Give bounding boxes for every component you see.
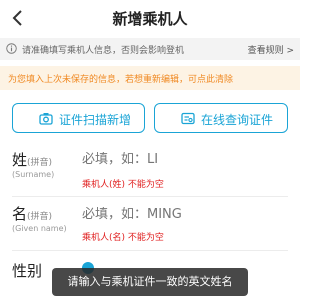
surname-label-text: 姓 (12, 151, 28, 169)
given-name-label-en: (Given name) (12, 224, 67, 233)
scan-id-button[interactable]: 证件扫描新增 (12, 103, 145, 133)
surname-label-sub: (拼音) (27, 158, 53, 168)
given-name-label-text: 名 (12, 205, 28, 223)
given-name-label-sub: (拼音) (27, 212, 53, 222)
camera-icon (39, 113, 53, 125)
id-card-icon (181, 112, 195, 125)
divider (12, 196, 288, 197)
scan-id-label: 证件扫描新增 (59, 113, 132, 127)
info-icon (6, 43, 17, 54)
given-name-label: 名(拼音) (12, 203, 52, 224)
toast-message: 请输入与乘机证件一致的英文姓名 (52, 268, 248, 296)
query-id-label: 在线查询证件 (201, 113, 274, 127)
query-id-button[interactable]: 在线查询证件 (154, 103, 288, 133)
surname-label-en: (Surname) (12, 170, 55, 179)
view-rules-link[interactable]: 查看规则 > (248, 43, 294, 56)
surname-input[interactable] (82, 152, 282, 167)
given-name-error: 乘机人(名) 不能为空 (82, 233, 164, 243)
surname-label: 姓(拼音) (12, 149, 52, 170)
restore-warning-text[interactable]: 为您填入上次未保存的信息，若想重新编辑，可点此清除 (8, 72, 233, 85)
surname-error: 乘机人(姓) 不能为空 (82, 180, 164, 190)
notice-text: 请准确填写乘机人信息，否则会影响登机 (22, 46, 185, 56)
page-title: 新增乘机人 (112, 10, 188, 28)
gender-label: 性别 (12, 262, 43, 280)
header-bar: 新增乘机人 (0, 0, 300, 36)
restore-warning-bar[interactable]: 为您填入上次未保存的信息，若想重新编辑，可点此清除 (0, 66, 300, 90)
given-name-input[interactable] (82, 207, 282, 222)
notice-bar: 请准确填写乘机人信息，否则会影响登机 查看规则 > (0, 38, 300, 60)
divider (12, 250, 288, 251)
